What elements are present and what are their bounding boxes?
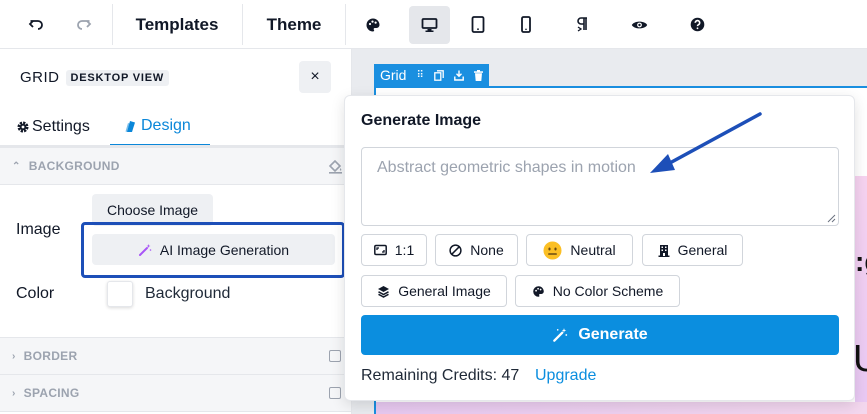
color-label: Color [16, 285, 55, 302]
magic-wand-icon [138, 243, 152, 256]
panel-title: GRID DESKTOP VIEW [20, 69, 170, 86]
section-border[interactable]: › BORDER [0, 337, 351, 375]
building-icon [658, 244, 670, 257]
content-peek-heading: :g [855, 246, 867, 277]
tab-settings-label: Settings [32, 118, 90, 135]
eye-icon [631, 21, 647, 28]
aspect-ratio-label: 1:1 [394, 242, 415, 258]
preview-button[interactable] [618, 0, 660, 49]
resize-handle-icon[interactable] [827, 214, 836, 223]
content-gradient-bottom [376, 402, 867, 414]
color-scheme-chip[interactable]: No Color Scheme [515, 275, 680, 307]
chevron-right-icon: › [12, 387, 16, 399]
category-chip[interactable]: General [642, 234, 743, 266]
grid-tag-label: Grid [380, 67, 407, 83]
color-scheme-label: No Color Scheme [552, 283, 664, 299]
top-toolbar: Templates Theme [0, 0, 867, 49]
content-peek-letter: U [853, 338, 867, 380]
palette-icon [366, 18, 380, 31]
tab-settings[interactable]: Settings [16, 108, 90, 146]
templates-button[interactable]: Templates [120, 0, 234, 49]
design-icon [125, 121, 135, 132]
image-type-chip[interactable]: General Image [361, 275, 507, 307]
prompt-input[interactable] [361, 147, 839, 226]
toolbar-divider [242, 4, 243, 45]
desktop-view-button[interactable] [409, 6, 450, 44]
generate-button[interactable]: Generate [361, 315, 839, 355]
section-spacing[interactable]: › SPACING [0, 374, 351, 412]
palette-button[interactable] [352, 0, 394, 49]
toolbar-divider [345, 4, 346, 45]
download-icon[interactable] [453, 70, 464, 81]
paragraph-button[interactable] [561, 0, 603, 49]
close-icon: × [310, 68, 320, 85]
section-background[interactable]: ⌃ BACKGROUND [0, 147, 351, 185]
upgrade-link[interactable]: Upgrade [535, 367, 596, 385]
help-button[interactable] [676, 0, 718, 49]
paragraph-icon [577, 17, 587, 32]
color-swatch[interactable] [107, 281, 133, 307]
tab-design[interactable]: Design [110, 108, 210, 146]
aspect-ratio-chip[interactable]: 1:1 [361, 234, 427, 266]
section-border-label: BORDER [23, 349, 78, 363]
tab-design-label: Design [141, 117, 191, 134]
palette-icon [532, 285, 544, 297]
mood-label: Neutral [570, 242, 616, 258]
category-label: General [677, 242, 728, 258]
theme-button[interactable]: Theme [250, 0, 338, 49]
aspect-ratio-icon [373, 244, 387, 256]
trash-icon[interactable] [473, 69, 483, 81]
border-icon [329, 350, 341, 362]
tablet-view-button[interactable] [457, 0, 499, 49]
mobile-view-button[interactable] [505, 0, 547, 49]
section-background-label: BACKGROUND [28, 159, 120, 173]
neutral-face-icon [543, 241, 562, 259]
grid-element-toolbar[interactable]: Grid ⠿ [374, 64, 489, 86]
close-panel-button[interactable]: × [299, 61, 331, 93]
layers-icon [378, 285, 390, 298]
remaining-credits: Remaining Credits: 47 [361, 367, 520, 384]
view-badge: DESKTOP VIEW [65, 70, 170, 86]
popover-title: Generate Image [361, 112, 482, 129]
color-value: Background [145, 285, 231, 302]
mobile-icon [521, 16, 531, 33]
style-label: None [470, 242, 504, 258]
spacing-icon [329, 387, 341, 399]
tablet-icon [471, 16, 485, 33]
ai-image-generation-label: AI Image Generation [159, 241, 290, 258]
toolbar-divider [112, 4, 113, 45]
drag-handle-icon[interactable]: ⠿ [416, 70, 423, 81]
ban-icon [449, 243, 462, 257]
duplicate-icon[interactable] [433, 69, 444, 81]
section-spacing-label: SPACING [23, 386, 80, 400]
redo-icon [77, 19, 92, 30]
undo-button[interactable] [14, 0, 58, 49]
redo-button[interactable] [62, 0, 106, 49]
gear-icon [17, 121, 29, 133]
magic-wand-icon [553, 328, 568, 342]
generate-image-popover: Generate Image 1:1 None Neutral General … [344, 95, 855, 401]
style-chip[interactable]: None [435, 234, 518, 266]
properties-panel: GRID DESKTOP VIEW × Settings Design ⌃ BAC… [0, 49, 352, 414]
chevron-up-icon: ⌃ [12, 160, 21, 172]
generate-label: Generate [578, 326, 648, 343]
undo-icon [28, 19, 43, 30]
image-type-label: General Image [398, 283, 491, 299]
image-label: Image [16, 221, 61, 238]
ai-image-generation-button[interactable]: AI Image Generation [92, 234, 335, 265]
paint-bucket-icon [328, 160, 342, 174]
mood-chip[interactable]: Neutral [526, 234, 633, 266]
chevron-right-icon: › [12, 350, 16, 362]
help-icon [690, 17, 704, 32]
desktop-icon [421, 18, 438, 32]
panel-title-text: GRID [20, 69, 60, 86]
